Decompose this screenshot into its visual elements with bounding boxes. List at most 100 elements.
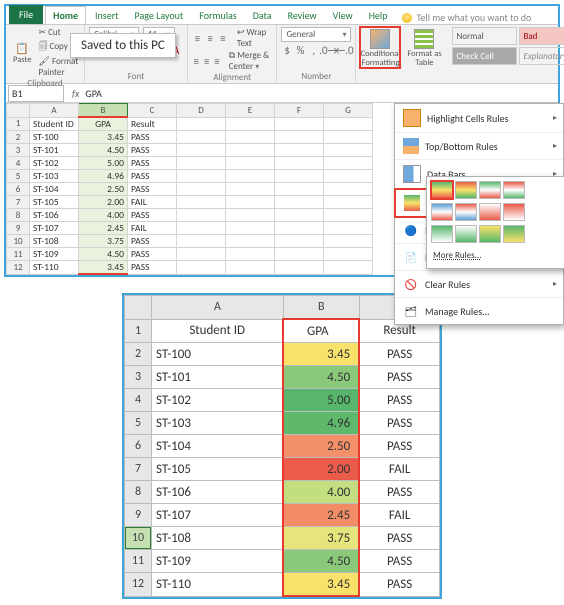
cell-A8[interactable]: ST-106 [30, 209, 79, 222]
scale-yellow-green[interactable] [479, 225, 501, 243]
cell-B8[interactable]: 4.00 [79, 209, 128, 222]
cell-A11[interactable]: ST-109 [30, 248, 79, 261]
low-B7[interactable]: 2.00 [283, 458, 359, 481]
low-C3[interactable]: PASS [359, 366, 439, 389]
cell-C9[interactable]: FAIL [128, 222, 177, 235]
low-row-header-11[interactable]: 11 [125, 550, 152, 573]
cell-G6[interactable] [324, 183, 373, 196]
cell-G9[interactable] [324, 222, 373, 235]
low-row-header-1[interactable]: 1 [125, 319, 152, 343]
merge-center-button[interactable]: ⧉ Merge & Center ▾ [229, 50, 273, 72]
cf-top-bottom-rules[interactable]: Top/Bottom Rules▸ [395, 133, 563, 160]
low-C4[interactable]: PASS [359, 389, 439, 412]
low-A12[interactable]: ST-110 [152, 573, 284, 597]
conditional-formatting-button[interactable]: Conditional Formatting [360, 27, 400, 68]
low-B4[interactable]: 5.00 [283, 389, 359, 412]
low-row-header-10[interactable]: 10 [125, 527, 152, 550]
tell-me[interactable]: Tell me what you want to do [402, 11, 531, 24]
scale-red-white-green[interactable] [503, 181, 525, 199]
row-header-4[interactable]: 4 [7, 157, 30, 170]
cell-G8[interactable] [324, 209, 373, 222]
low-B11[interactable]: 4.50 [283, 550, 359, 573]
cell-D2[interactable] [177, 131, 226, 144]
low-row-header-3[interactable]: 3 [125, 366, 152, 389]
format-painter-button[interactable]: 🖌 Format Painter [38, 56, 80, 78]
cell-B10[interactable]: 3.75 [79, 235, 128, 248]
cell-A5[interactable]: ST-103 [30, 170, 79, 183]
low-B12[interactable]: 3.45 [283, 573, 359, 597]
cell-E12[interactable] [226, 261, 275, 275]
cell-E1[interactable] [226, 117, 275, 131]
low-A5[interactable]: ST-103 [152, 412, 284, 435]
low-B9[interactable]: 2.45 [283, 504, 359, 527]
cell-F4[interactable] [275, 157, 324, 170]
cell-C11[interactable]: PASS [128, 248, 177, 261]
low-C2[interactable]: PASS [359, 343, 439, 366]
cell-A10[interactable]: ST-108 [30, 235, 79, 248]
tab-data[interactable]: Data [246, 7, 279, 24]
cell-D7[interactable] [177, 196, 226, 209]
formula-text[interactable]: GPA [85, 87, 102, 100]
col-header-E[interactable]: E [226, 104, 275, 118]
cell-B3[interactable]: 4.50 [79, 144, 128, 157]
cf-highlight-cells-rules[interactable]: Highlight Cells Rules▸ [395, 104, 563, 133]
low-A9[interactable]: ST-107 [152, 504, 284, 527]
low-C12[interactable]: PASS [359, 573, 439, 597]
scale-red-white-blue[interactable] [455, 203, 477, 221]
row-header-3[interactable]: 3 [7, 144, 30, 157]
scale-red-yellow-green[interactable] [455, 181, 477, 199]
cell-C1[interactable]: Result [128, 117, 177, 131]
scale-white-red[interactable] [479, 203, 501, 221]
cell-C3[interactable]: PASS [128, 144, 177, 157]
cell-D5[interactable] [177, 170, 226, 183]
cell-B9[interactable]: 2.45 [79, 222, 128, 235]
cell-B5[interactable]: 4.96 [79, 170, 128, 183]
low-A11[interactable]: ST-109 [152, 550, 284, 573]
tab-file[interactable]: File [9, 5, 43, 24]
cell-C10[interactable]: PASS [128, 235, 177, 248]
low-col-B[interactable]: B [283, 296, 359, 320]
cell-A6[interactable]: ST-104 [30, 183, 79, 196]
low-row-header-2[interactable]: 2 [125, 343, 152, 366]
row-header-2[interactable]: 2 [7, 131, 30, 144]
cell-D1[interactable] [177, 117, 226, 131]
cell-C4[interactable]: PASS [128, 157, 177, 170]
cell-D10[interactable] [177, 235, 226, 248]
low-A1[interactable]: Student ID [152, 319, 284, 343]
result-table[interactable]: ABC1Student IDGPAResult2ST-1003.45PASS3S… [124, 295, 440, 597]
row-header-12[interactable]: 12 [7, 261, 30, 275]
cell-E5[interactable] [226, 170, 275, 183]
scale-green-yellow[interactable] [503, 225, 525, 243]
cell-D11[interactable] [177, 248, 226, 261]
cell-G1[interactable] [324, 117, 373, 131]
inc-decimal-button[interactable]: .0→ [321, 43, 335, 57]
cell-A4[interactable]: ST-102 [30, 157, 79, 170]
tab-page-layout[interactable]: Page Layout [128, 7, 191, 24]
low-row-header-4[interactable]: 4 [125, 389, 152, 412]
more-rules-link[interactable]: More Rules... [431, 247, 561, 264]
low-B8[interactable]: 4.00 [283, 481, 359, 504]
comma-button[interactable]: , [308, 43, 319, 57]
row-header-10[interactable]: 10 [7, 235, 30, 248]
cell-F12[interactable] [275, 261, 324, 275]
cell-style-normal[interactable]: Normal [452, 27, 517, 45]
number-format-combo[interactable]: General▾ [281, 27, 351, 42]
tab-help[interactable]: Help [362, 7, 395, 24]
cell-F10[interactable] [275, 235, 324, 248]
low-C7[interactable]: FAIL [359, 458, 439, 481]
low-A6[interactable]: ST-104 [152, 435, 284, 458]
cell-C5[interactable]: PASS [128, 170, 177, 183]
cell-B1[interactable]: GPA [79, 117, 128, 131]
cell-D8[interactable] [177, 209, 226, 222]
cell-E10[interactable] [226, 235, 275, 248]
cell-C12[interactable]: PASS [128, 261, 177, 275]
format-as-table-button[interactable]: Format as Table [404, 27, 444, 68]
cell-C2[interactable]: PASS [128, 131, 177, 144]
align-right-button[interactable]: ≡ [213, 54, 221, 68]
row-header-9[interactable]: 9 [7, 222, 30, 235]
low-B6[interactable]: 2.50 [283, 435, 359, 458]
cell-F9[interactable] [275, 222, 324, 235]
cell-G12[interactable] [324, 261, 373, 275]
low-C6[interactable]: PASS [359, 435, 439, 458]
cell-A2[interactable]: ST-100 [30, 131, 79, 144]
